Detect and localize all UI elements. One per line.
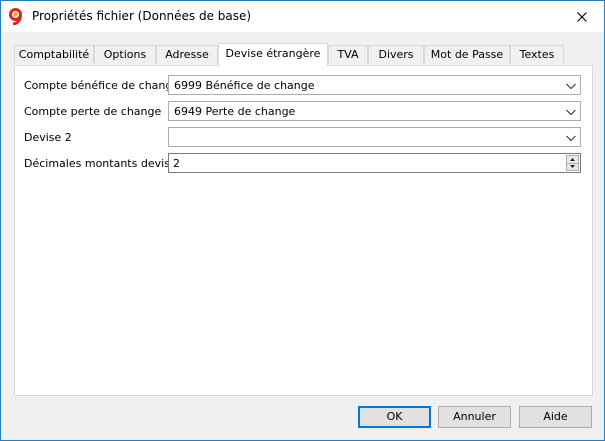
banana-9-icon [9, 8, 22, 25]
tab-mot-de-passe[interactable]: Mot de Passe [424, 45, 510, 64]
arrow-up-icon [570, 158, 575, 161]
title-bar: Propriétés fichier (Données de base) [1, 1, 604, 32]
close-button[interactable] [559, 1, 604, 32]
spin-down-button[interactable] [567, 163, 578, 170]
decimals2-value: 2 [173, 157, 180, 170]
loss-account-value: 6949 Perte de change [174, 105, 296, 118]
currency2-label: Devise 2 [24, 131, 72, 144]
arrow-down-icon [570, 165, 575, 168]
dialog-window: Propriétés fichier (Données de base) Com… [0, 0, 605, 441]
decimals2-stepper[interactable]: 2 [168, 153, 581, 173]
window-title: Propriétés fichier (Données de base) [32, 9, 252, 23]
gain-account-label: Compte bénéfice de change [24, 79, 180, 92]
chevron-down-icon [566, 109, 576, 116]
tab-strip: Comptabilité Options Adresse Devise étra… [14, 43, 594, 66]
chevron-down-icon [566, 135, 576, 142]
tab-adresse[interactable]: Adresse [156, 45, 218, 64]
tab-tva[interactable]: TVA [328, 45, 368, 64]
ok-button[interactable]: OK [358, 406, 431, 428]
spinner-buttons [566, 155, 579, 171]
tab-comptabilite[interactable]: Comptabilité [14, 45, 94, 64]
help-button[interactable]: Aide [519, 406, 592, 428]
tab-panel-devise-etrangere: Compte bénéfice de change 6999 Bénéfice … [14, 65, 593, 396]
close-icon [576, 11, 587, 22]
tab-textes[interactable]: Textes [510, 45, 564, 64]
decimals2-label: Décimales montants devise 2 [24, 157, 188, 170]
tab-devise-etrangere[interactable]: Devise étrangère [218, 43, 328, 66]
loss-account-label: Compte perte de change [24, 105, 162, 118]
currency2-select[interactable] [168, 127, 581, 147]
gain-account-select[interactable]: 6999 Bénéfice de change [168, 75, 581, 95]
cancel-button[interactable]: Annuler [438, 406, 511, 428]
gain-account-value: 6999 Bénéfice de change [174, 79, 315, 92]
chevron-down-icon [566, 83, 576, 90]
tab-divers[interactable]: Divers [368, 45, 424, 64]
tab-options[interactable]: Options [94, 45, 156, 64]
loss-account-select[interactable]: 6949 Perte de change [168, 101, 581, 121]
